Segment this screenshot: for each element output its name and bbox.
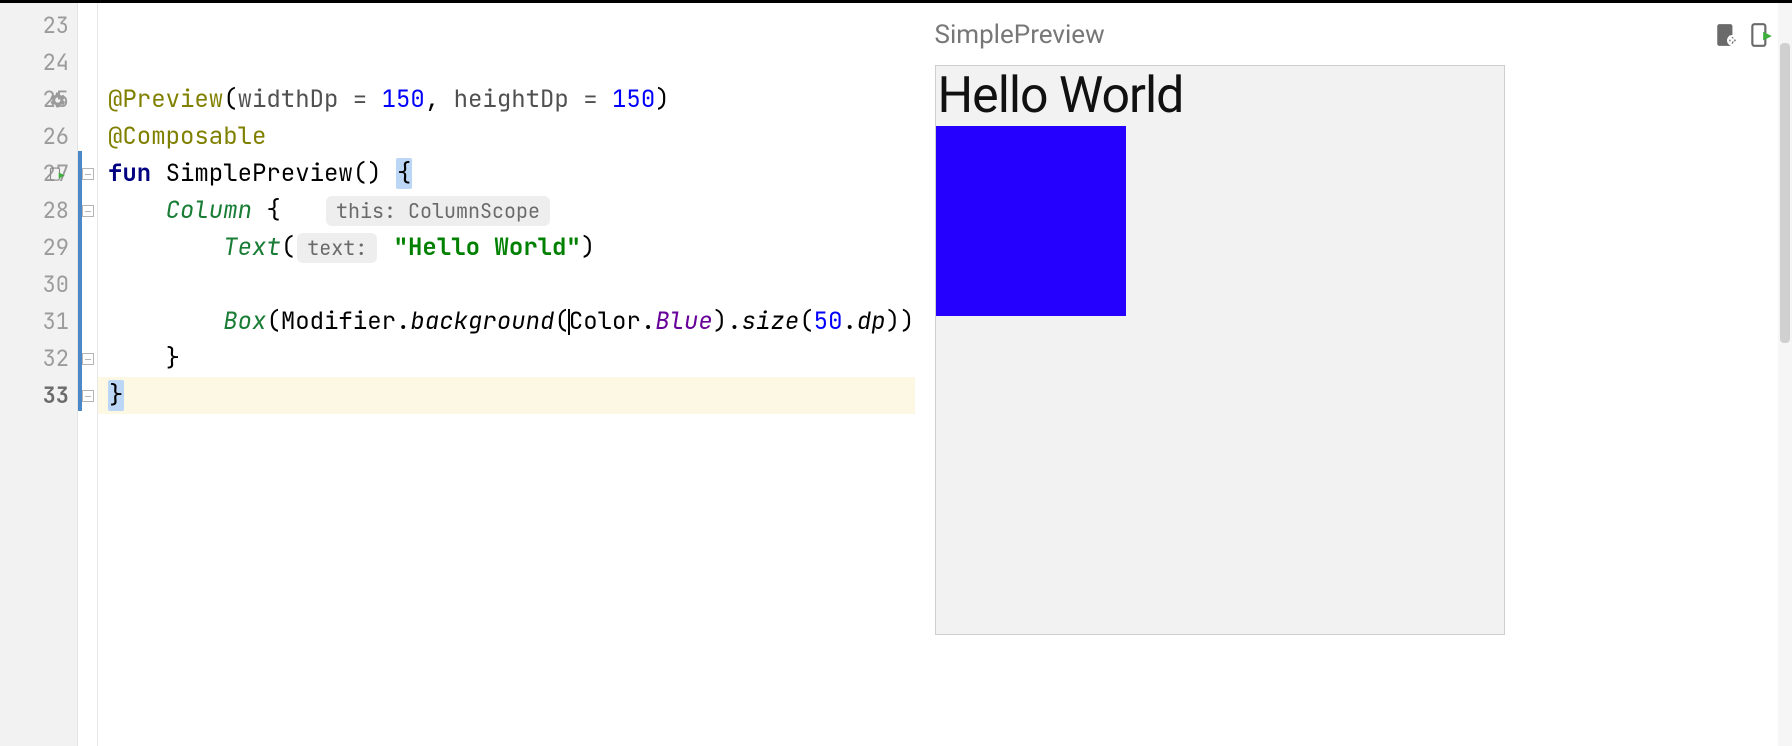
fold-toggle-icon[interactable] bbox=[82, 168, 94, 180]
line-number[interactable]: 30 bbox=[43, 270, 69, 299]
code-line[interactable]: } bbox=[98, 340, 915, 377]
method-stripe bbox=[78, 151, 82, 411]
code-line[interactable]: fun SimplePreview() { bbox=[98, 155, 915, 192]
run-gutter-icon[interactable] bbox=[48, 164, 68, 184]
code-line[interactable]: Text(text: "Hello World") bbox=[98, 229, 915, 266]
deploy-preview-icon[interactable] bbox=[1748, 22, 1774, 48]
fold-toggle-icon[interactable] bbox=[82, 353, 94, 365]
preview-title: SimplePreview bbox=[935, 20, 1706, 50]
preview-surface[interactable]: Hello World bbox=[935, 65, 1505, 635]
preview-header: SimplePreview bbox=[935, 15, 1774, 55]
code-area[interactable]: @Preview(widthDp = 150, heightDp = 150) … bbox=[98, 3, 915, 746]
fold-toggle-icon[interactable] bbox=[82, 390, 94, 402]
interactive-preview-icon[interactable] bbox=[1714, 22, 1740, 48]
code-line-current[interactable]: } bbox=[98, 377, 915, 414]
code-line[interactable] bbox=[98, 44, 915, 81]
matched-brace: } bbox=[108, 380, 124, 411]
code-line[interactable] bbox=[98, 7, 915, 44]
fold-toggle-icon[interactable] bbox=[82, 205, 94, 217]
code-line[interactable]: Column { this: ColumnScope bbox=[98, 192, 915, 229]
preview-pane: SimplePreview Hello World bbox=[921, 3, 1792, 746]
gear-icon[interactable] bbox=[48, 90, 68, 110]
inlay-hint[interactable]: this: ColumnScope bbox=[326, 196, 550, 226]
line-number[interactable]: 23 bbox=[43, 11, 69, 40]
line-number[interactable]: 31 bbox=[43, 307, 69, 336]
compose-text: Hello World bbox=[936, 66, 1504, 126]
line-number[interactable]: 24 bbox=[43, 48, 69, 77]
line-number[interactable]: 32 bbox=[43, 344, 69, 373]
line-number[interactable]: 33 bbox=[43, 381, 69, 410]
line-number[interactable]: 29 bbox=[43, 233, 69, 262]
line-number[interactable]: 26 bbox=[43, 122, 69, 151]
inlay-hint[interactable]: text: bbox=[297, 233, 377, 263]
compose-box bbox=[936, 126, 1126, 316]
annotation: @Preview bbox=[108, 84, 223, 115]
annotation: @Composable bbox=[108, 121, 266, 152]
code-line[interactable] bbox=[98, 266, 915, 303]
ide-root: 23 24 25 26 27 28 29 30 31 32 33 bbox=[0, 0, 1792, 746]
fold-column[interactable] bbox=[78, 3, 98, 746]
line-number[interactable]: 28 bbox=[43, 196, 69, 225]
matched-brace: { bbox=[396, 158, 412, 189]
code-line[interactable]: Box(Modifier.background(Color.Blue).size… bbox=[98, 303, 915, 340]
editor-pane: 23 24 25 26 27 28 29 30 31 32 33 bbox=[0, 3, 915, 746]
line-number-gutter[interactable]: 23 24 25 26 27 28 29 30 31 32 33 bbox=[0, 3, 78, 746]
code-line[interactable]: @Composable bbox=[98, 118, 915, 155]
vertical-scrollbar[interactable] bbox=[1778, 3, 1792, 746]
scrollbar-thumb[interactable] bbox=[1780, 43, 1790, 343]
code-line[interactable]: @Preview(widthDp = 150, heightDp = 150) bbox=[98, 81, 915, 118]
